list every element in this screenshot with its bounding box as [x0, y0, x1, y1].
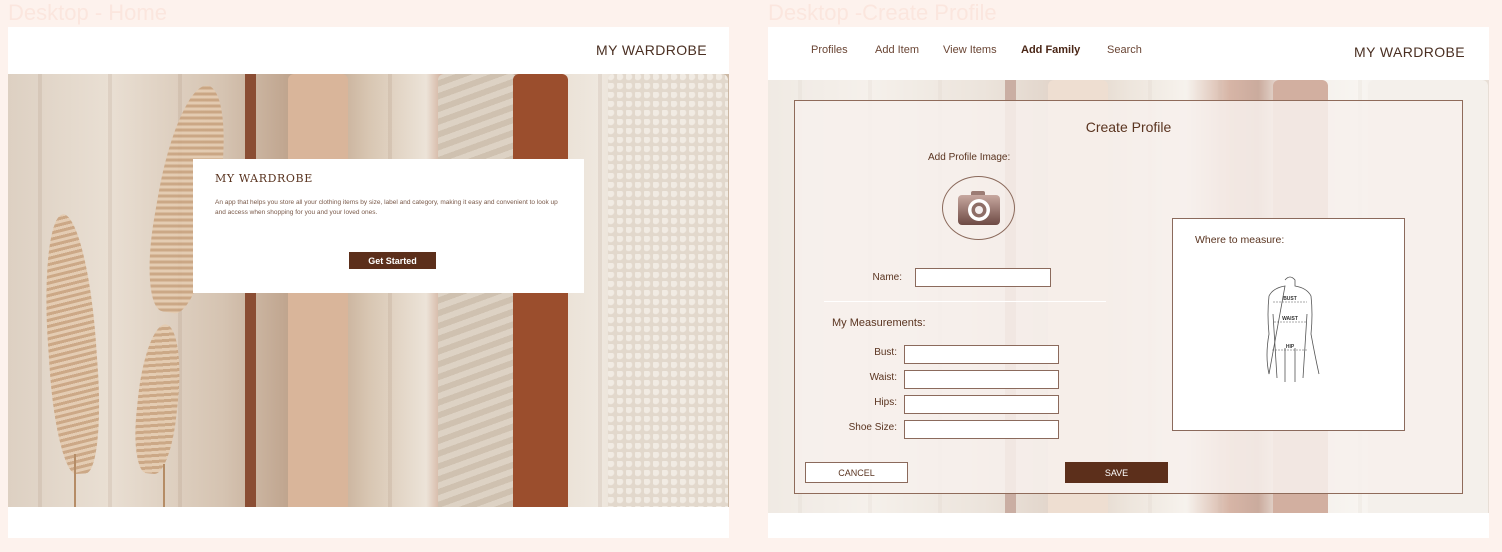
- create-profile-frame: Profiles Add Item View Items Add Family …: [768, 27, 1489, 538]
- waist-label: Waist:: [869, 372, 897, 383]
- bust-input[interactable]: [904, 345, 1059, 364]
- nav-item-add-family[interactable]: Add Family: [1021, 44, 1080, 56]
- hips-label: Hips:: [874, 397, 897, 408]
- hips-input[interactable]: [904, 395, 1059, 414]
- nav-item-profiles[interactable]: Profiles: [811, 44, 848, 56]
- divider: [824, 301, 1106, 302]
- nav-item-view-items[interactable]: View Items: [943, 44, 997, 56]
- nav-item-add-item[interactable]: Add Item: [875, 44, 919, 56]
- bust-label: Bust:: [874, 347, 897, 358]
- get-started-button[interactable]: Get Started: [349, 252, 436, 269]
- save-button[interactable]: SAVE: [1065, 462, 1168, 483]
- name-input[interactable]: [915, 268, 1051, 287]
- add-profile-image-label: Add Profile Image:: [928, 152, 1011, 163]
- cancel-button[interactable]: CANCEL: [805, 462, 908, 483]
- shoe-size-label: Shoe Size:: [848, 422, 897, 433]
- hip-diagram-label: HIP: [1286, 344, 1295, 350]
- create-profile-panel: Create Profile Add Profile Image: Name:: [794, 100, 1463, 494]
- intro-description: An app that helps you store all your clo…: [215, 199, 558, 216]
- shoe-size-input[interactable]: [904, 420, 1059, 439]
- panel-title: Create Profile: [1085, 119, 1172, 135]
- measurements-heading: My Measurements:: [832, 317, 926, 329]
- where-to-measure-box: Where to measure: BUST WAIST HIP: [1172, 218, 1405, 431]
- where-to-measure-label: Where to measure:: [1195, 234, 1285, 246]
- name-label: Name:: [872, 272, 902, 283]
- bust-diagram-label: BUST: [1283, 296, 1297, 302]
- profile-image-upload[interactable]: [942, 176, 1015, 240]
- intro-title: MY WARDROBE: [215, 172, 313, 185]
- body-measurement-diagram: BUST WAIST HIP: [1266, 276, 1320, 382]
- camera-icon: [958, 191, 1000, 225]
- waist-diagram-label: WAIST: [1282, 316, 1298, 322]
- brand-logo[interactable]: MY WARDROBE: [596, 42, 707, 58]
- waist-input[interactable]: [904, 370, 1059, 389]
- home-frame: MY WARDROBE MY WARDROBE An app that help…: [8, 27, 729, 538]
- nav-item-search[interactable]: Search: [1107, 44, 1142, 56]
- brand-logo[interactable]: MY WARDROBE: [1354, 44, 1465, 60]
- intro-card: MY WARDROBE An app that helps you store …: [193, 159, 584, 293]
- frame-label-home: Desktop - Home: [8, 0, 167, 25]
- frame-label-create-profile: Desktop -Create Profile: [768, 0, 997, 25]
